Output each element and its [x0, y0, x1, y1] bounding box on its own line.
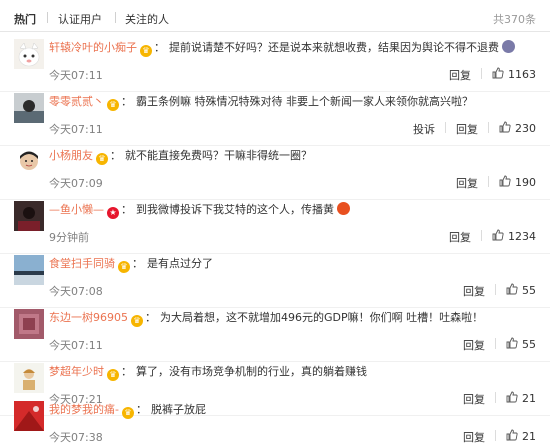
reply-button[interactable]: 回复	[463, 337, 485, 353]
comment-timestamp: 今天07:08	[49, 285, 103, 298]
comment-text: 是有点过分了	[147, 257, 213, 270]
avatar[interactable]	[14, 147, 44, 177]
comment-actions: 回复 1163	[449, 67, 536, 83]
thumbs-up-icon	[492, 229, 504, 241]
comment-body: 零零贰贰丶 ♛：霸王条例嘛 特殊情况特殊对待 非要上个新闻一家人来领你就高兴啦？	[49, 95, 473, 111]
comment-timestamp: 今天07:09	[49, 177, 103, 190]
like-count: 55	[522, 338, 536, 351]
reply-button[interactable]: 回复	[456, 175, 478, 191]
like-button[interactable]: 230	[499, 121, 536, 135]
vip-crown-icon: ♛	[118, 261, 130, 273]
username-link[interactable]: 小杨朋友	[49, 149, 93, 162]
comment-timestamp: 今天07:11	[49, 339, 103, 352]
comment-body: 小杨朋友 ♛：就不能直接免费吗？干嘛非得统一圈？	[49, 149, 312, 165]
comment-body: 轩辕冷叶的小痴子 ♛：提前说请楚不好吗？还是说本来就想收费，结果因为舆论不得不退费	[49, 40, 515, 57]
vip-crown-icon: ♛	[96, 153, 108, 165]
comment-tabs: 热门 认证用户 关注的人 共370条	[0, 0, 550, 32]
comment-total-count: 共370条	[493, 13, 536, 26]
comment-item: 我的梦我的痛- ♛：脱裤子放屁 今天07:38 回复 21	[0, 396, 550, 443]
like-count: 55	[522, 284, 536, 297]
tab-divider	[47, 12, 48, 23]
comment-item: 轩辕冷叶的小痴子 ♛：提前说请楚不好吗？还是说本来就想收费，结果因为舆论不得不退费…	[0, 34, 550, 92]
username-link[interactable]: 东边一树96905	[49, 311, 128, 324]
tab-verified-users[interactable]: 认证用户	[58, 11, 102, 27]
username-link[interactable]: 梦超年少时	[49, 365, 104, 378]
thumbs-up-icon	[506, 337, 518, 349]
username-link[interactable]: 轩辕冷叶的小痴子	[49, 41, 137, 54]
comment-item: 零零贰贰丶 ♛：霸王条例嘛 特殊情况特殊对待 非要上个新闻一家人来领你就高兴啦？ …	[0, 88, 550, 146]
comment-text: 霸王条例嘛 特殊情况特殊对待 非要上个新闻一家人来领你就高兴啦？	[136, 95, 473, 108]
username-link[interactable]: 我的梦我的痛-	[49, 403, 119, 416]
red-star-icon: ★	[107, 207, 119, 219]
comment-item: —鱼小懒— ★：到我微博投诉下我艾特的这个人，传播黄 9分钟前 回复 1234	[0, 196, 550, 254]
like-button[interactable]: 55	[506, 283, 536, 297]
avatar[interactable]	[14, 39, 44, 69]
vip-crown-icon: ♛	[107, 369, 119, 381]
comment-timestamp: 9分钟前	[49, 231, 89, 244]
comment-timestamp: 今天07:11	[49, 123, 103, 136]
reply-button[interactable]: 回复	[449, 229, 471, 245]
reply-button[interactable]: 回复	[449, 67, 471, 83]
like-count: 1234	[508, 230, 536, 243]
thumbs-up-icon	[499, 121, 511, 133]
comment-actions: 回复 55	[463, 283, 536, 299]
vip-crown-icon: ♛	[121, 407, 134, 419]
like-button[interactable]: 1163	[492, 67, 536, 81]
thumbs-up-icon	[492, 67, 504, 79]
tab-divider	[115, 12, 116, 23]
reply-button[interactable]: 回复	[463, 429, 485, 443]
comment-body: 食堂扫手同骑 ♛：是有点过分了	[49, 257, 213, 273]
comment-item: 食堂扫手同骑 ♛：是有点过分了 今天07:08 回复 55	[0, 250, 550, 308]
thumbs-up-icon	[499, 175, 511, 187]
username-link[interactable]: 零零贰贰丶	[49, 95, 104, 108]
vip-crown-icon: ♛	[107, 99, 119, 111]
like-count: 190	[515, 176, 536, 189]
vip-crown-icon: ♛	[140, 45, 152, 57]
like-count: 1163	[508, 68, 536, 81]
tab-hot[interactable]: 热门	[14, 11, 36, 27]
comment-actions: 回复 55	[463, 337, 536, 353]
avatar[interactable]	[14, 401, 44, 431]
like-button[interactable]: 1234	[492, 229, 536, 243]
thumbs-up-icon	[506, 429, 518, 441]
comment-body: 我的梦我的痛- ♛：脱裤子放屁	[49, 403, 206, 419]
comment-text: 到我微博投诉下我艾特的这个人，传播黄	[136, 203, 334, 216]
tab-following[interactable]: 关注的人	[125, 11, 169, 27]
reply-button[interactable]: 回复	[456, 121, 478, 137]
comment-actions: 回复 1234	[449, 229, 536, 245]
comment-text: 为大局着想，这不就增加496元的GDP嘛！你们啊 吐槽！吐森啦！	[160, 311, 484, 324]
avatar[interactable]	[14, 201, 44, 231]
comment-actions: 回复 21	[463, 429, 536, 443]
comment-actions: 投诉 回复 230	[413, 121, 536, 137]
comment-body: —鱼小懒— ★：到我微博投诉下我艾特的这个人，传播黄	[49, 202, 350, 219]
avatar[interactable]	[14, 309, 44, 339]
comment-text: 提前说请楚不好吗？还是说本来就想收费，结果因为舆论不得不退费	[169, 41, 499, 54]
comment-timestamp: 今天07:11	[49, 69, 103, 82]
avatar[interactable]	[14, 93, 44, 123]
like-count: 230	[515, 122, 536, 135]
like-button[interactable]: 21	[506, 429, 536, 443]
like-button[interactable]: 55	[506, 337, 536, 351]
username-link[interactable]: —鱼小懒—	[49, 203, 104, 216]
reply-button[interactable]: 回复	[463, 283, 485, 299]
vip-crown-icon: ♛	[131, 315, 143, 327]
red-face-icon	[337, 202, 350, 215]
username-link[interactable]: 食堂扫手同骑	[49, 257, 115, 270]
avatar[interactable]	[14, 363, 44, 393]
comment-body: 东边一树96905 ♛：为大局着想，这不就增加496元的GDP嘛！你们啊 吐槽！吐…	[49, 311, 484, 327]
comment-body: 梦超年少时 ♛：算了，没有市场竞争机制的行业，真的躺着赚钱	[49, 365, 367, 381]
like-count: 21	[522, 430, 536, 443]
comment-timestamp: 今天07:38	[49, 431, 103, 443]
avatar[interactable]	[14, 255, 44, 285]
like-button[interactable]: 190	[499, 175, 536, 189]
report-button[interactable]: 投诉	[413, 121, 435, 137]
comment-actions: 回复 190	[456, 175, 536, 191]
thumbs-up-icon	[506, 283, 518, 295]
comment-text: 就不能直接免费吗？干嘛非得统一圈？	[125, 149, 312, 162]
crying-face-icon	[502, 40, 515, 53]
comment-text: 脱裤子放屁	[150, 403, 206, 416]
comment-text: 算了，没有市场竞争机制的行业，真的躺着赚钱	[136, 365, 367, 378]
comment-item: 东边一树96905 ♛：为大局着想，这不就增加496元的GDP嘛！你们啊 吐槽！吐…	[0, 304, 550, 362]
comment-item: 小杨朋友 ♛：就不能直接免费吗？干嘛非得统一圈？ 今天07:09 回复 190	[0, 142, 550, 200]
